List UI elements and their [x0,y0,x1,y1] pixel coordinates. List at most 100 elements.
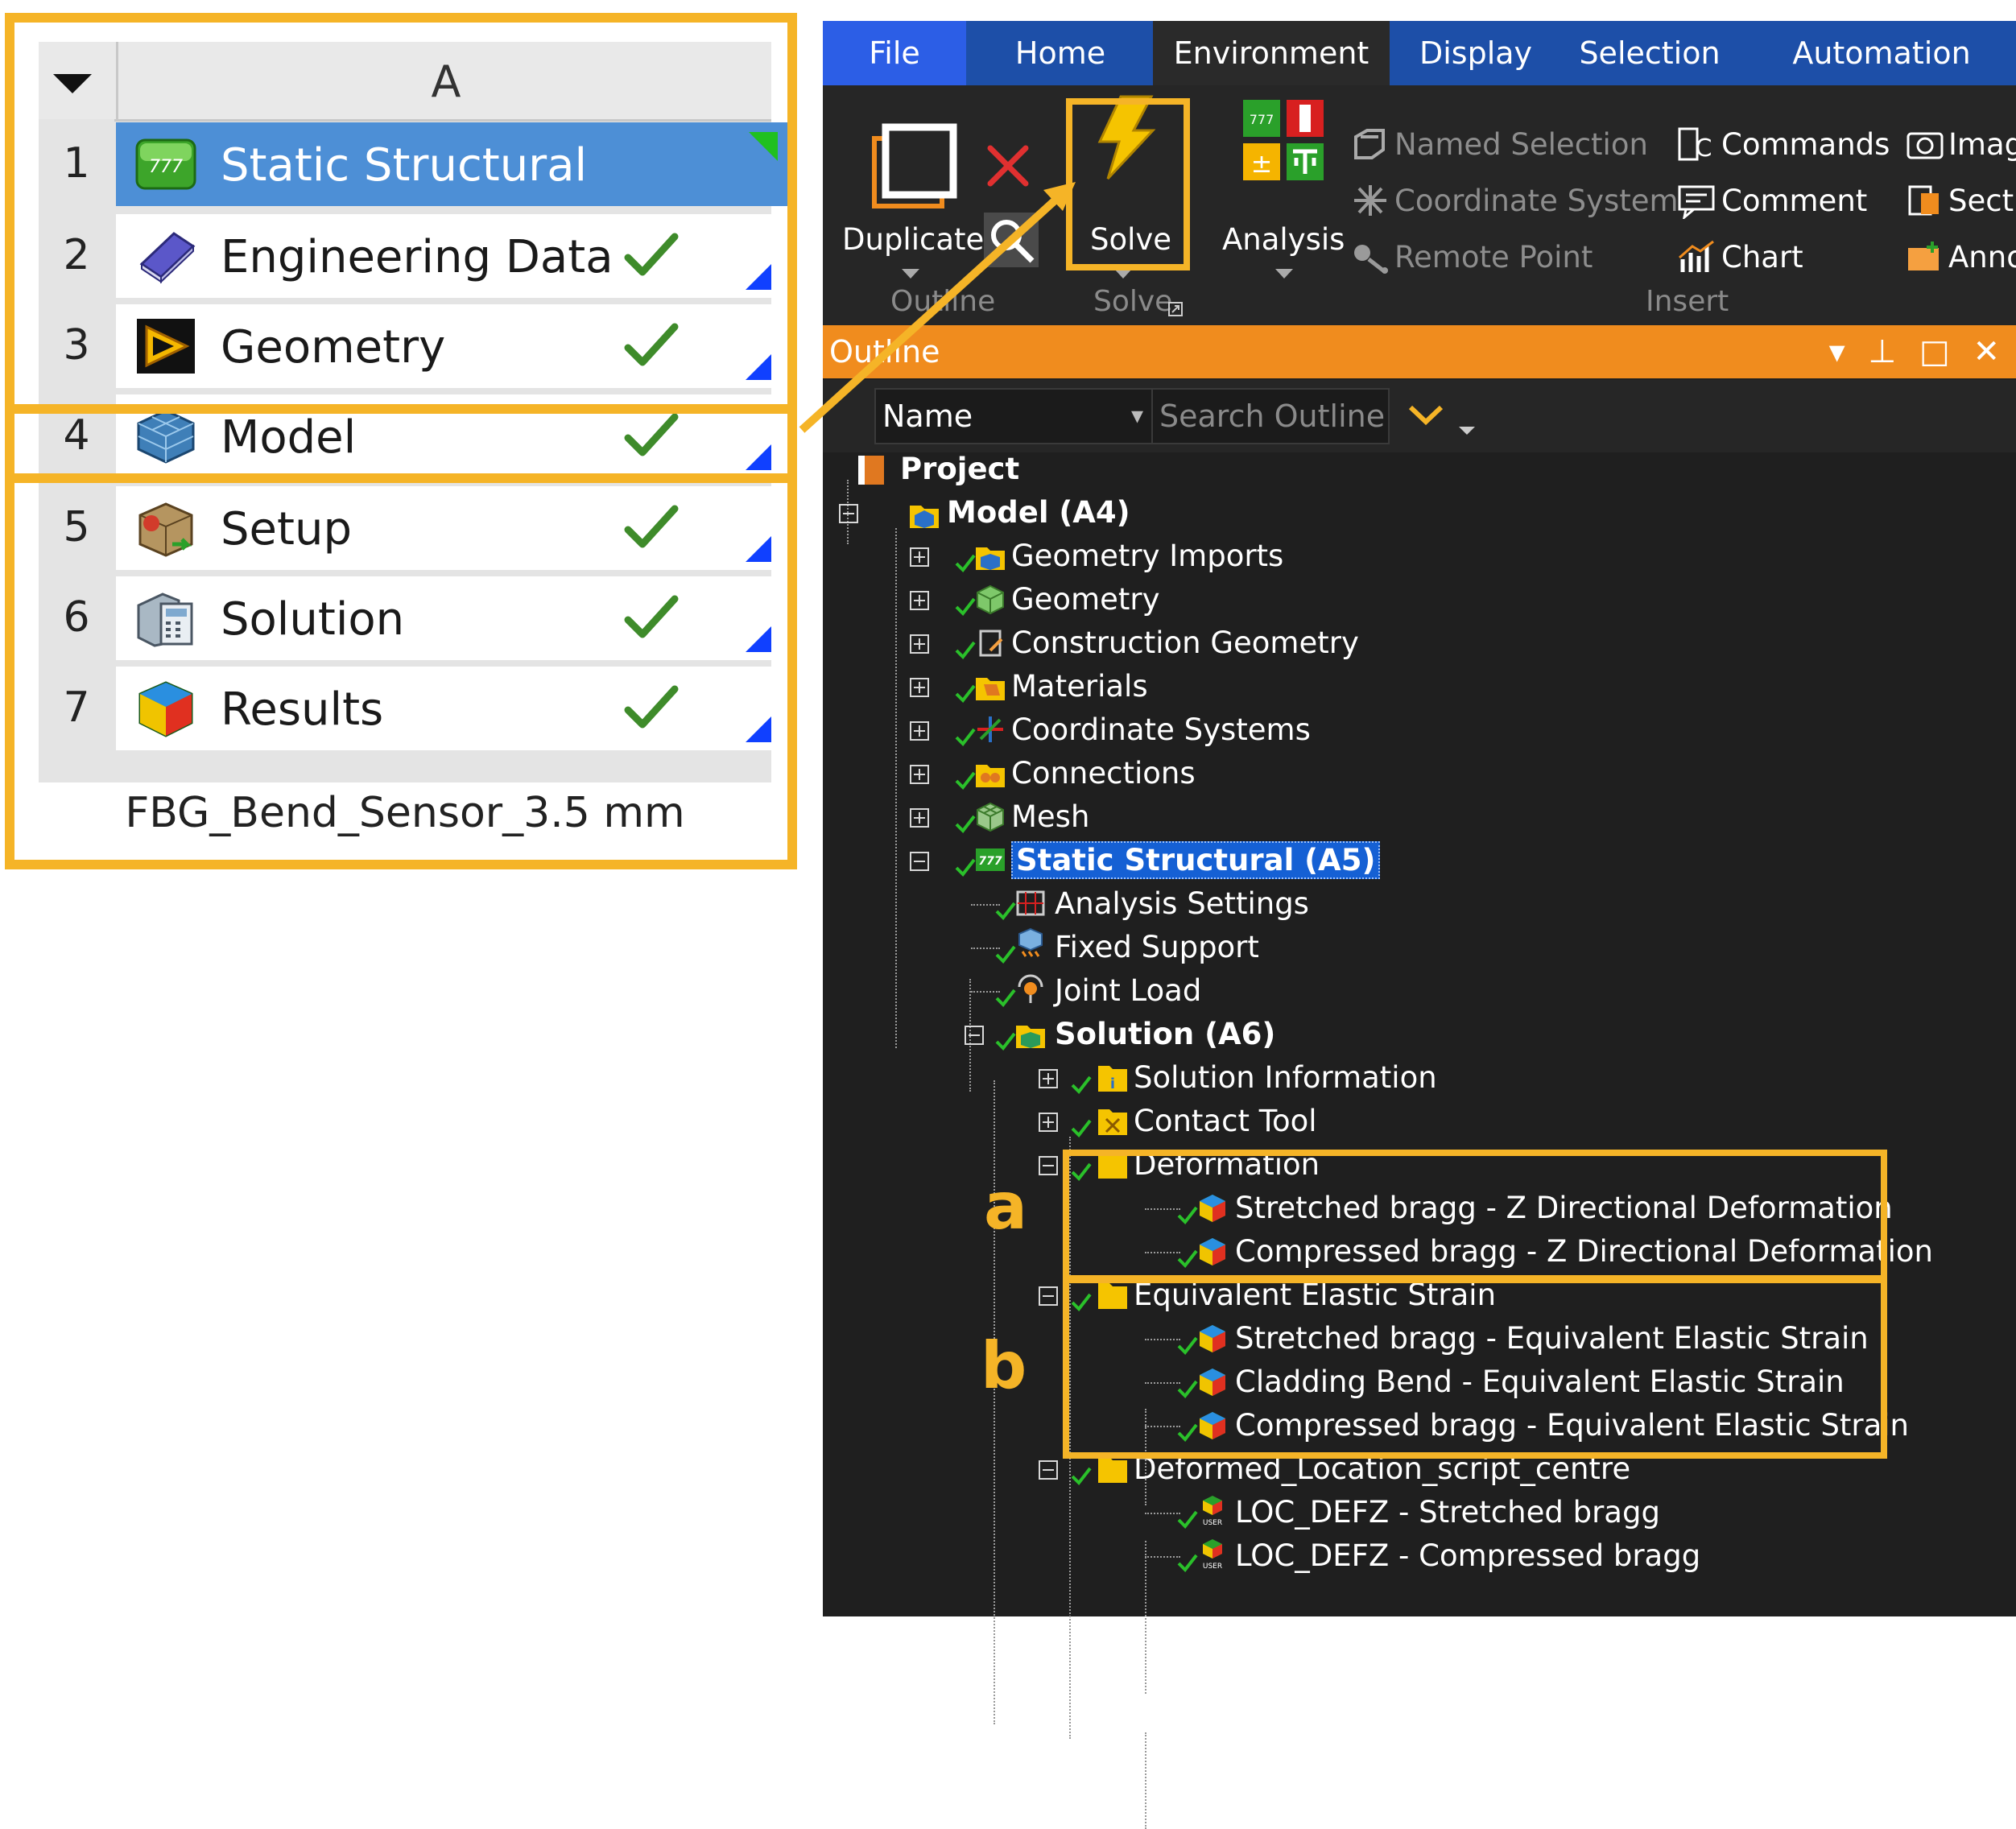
dialog-launcher-icon[interactable] [1167,301,1184,317]
annotation-icon[interactable] [1905,238,1945,275]
tree-label: Static Structural (A5) [1011,841,1381,879]
duplicate-icon[interactable] [870,122,958,211]
tab-display[interactable]: Display [1407,21,1544,85]
mesh-icon [977,802,1004,832]
analysis-icon[interactable]: 777 ± [1241,98,1325,182]
comment-button[interactable]: Comment [1721,184,1867,218]
tree-item-joint-load[interactable]: Joint Load [971,969,1201,1013]
tree-label: Mesh [1011,799,1090,834]
tree-item-materials[interactable]: Materials [910,665,1148,708]
tree-item-fixed-support[interactable]: Fixed Support [971,926,1259,969]
tree-item-solution[interactable]: Solution (A6) [965,1013,1275,1056]
expand-icon[interactable] [1039,1113,1058,1132]
commands-icon[interactable]: C [1676,126,1716,163]
tree-item-loc-compressed[interactable]: USER LOC_DEFZ - Compressed bragg [1145,1534,1700,1578]
tree-item-contact-tool[interactable]: Contact Tool [1039,1100,1317,1143]
coordinate-system-button[interactable]: Coordinate System [1394,184,1679,218]
expand-icon[interactable] [1039,1069,1058,1088]
tab-automation[interactable]: Automation [1757,21,2006,85]
remote-point-button[interactable]: Remote Point [1394,240,1593,275]
chevron-down-icon[interactable] [1459,427,1475,436]
collapse-icon[interactable] [965,1026,984,1045]
checkmark-icon [1177,1510,1198,1530]
fixed-support-icon [1018,927,1043,957]
chevron-down-icon[interactable] [1114,269,1132,280]
tree-item-geometry-imports[interactable]: Geometry Imports [910,535,1283,578]
info-folder-icon: i [1098,1066,1127,1092]
tree-label: Model (A4) [947,495,1130,530]
tree-label: Project [900,452,1020,486]
tab-environment[interactable]: Environment [1153,21,1390,85]
tree-label: Connections [1011,756,1196,791]
svg-text:±: ± [1251,148,1273,179]
tree-item-loc-stretched[interactable]: USER LOC_DEFZ - Stretched bragg [1145,1491,1660,1534]
tree-item-connections[interactable]: Connections [910,752,1196,795]
tree-item-project[interactable]: Project [858,448,1020,491]
model-row-highlight-box [5,404,797,483]
collapse-icon[interactable] [839,504,858,523]
tree-item-analysis-settings[interactable]: Analysis Settings [971,882,1309,926]
svg-text:777: 777 [1250,112,1274,127]
checkmark-icon [995,902,1016,921]
checkmark-icon [955,728,976,747]
expand-icon[interactable] [910,634,929,654]
group-label-solve: Solve [1093,285,1173,318]
section-button[interactable]: Secti [1948,184,2016,218]
menu-bar: File Home Environment Display Selection … [823,21,2016,85]
search-icon[interactable] [984,213,1039,267]
coordinate-system-icon[interactable] [1351,182,1390,219]
expand-icon[interactable] [910,591,929,610]
image-icon[interactable] [1905,126,1945,163]
checkmark-icon [955,815,976,834]
tree-item-coordinate-systems[interactable]: Coordinate Systems [910,708,1311,752]
named-selection-icon[interactable] [1351,126,1390,163]
name-filter-select[interactable]: Name ▾ [874,388,1153,444]
expand-icon[interactable] [910,721,929,741]
checkmark-icon [955,684,976,704]
close-icon[interactable]: ✕ [1973,333,2000,370]
comment-icon[interactable] [1676,182,1716,219]
chevron-down-icon[interactable] [1406,403,1446,427]
expand-icon[interactable] [910,547,929,567]
tree-item-mesh[interactable]: Mesh [910,795,1089,839]
tree-item-model[interactable]: Model (A4) [839,491,1130,535]
tree-label: Materials [1011,669,1148,704]
images-button[interactable]: Imag [1948,127,2016,162]
tree-item-geometry[interactable]: Geometry [910,578,1160,621]
collapse-icon[interactable] [1039,1156,1058,1175]
duplicate-button[interactable]: Duplicate [842,222,984,257]
tree-label: LOC_DEFZ - Stretched bragg [1235,1495,1660,1530]
tab-selection[interactable]: Selection [1564,21,1736,85]
checkmark-icon [1071,1076,1092,1095]
checkmark-icon [955,641,976,660]
expand-icon[interactable] [910,678,929,697]
search-outline-input[interactable]: Search Outline [1151,388,1390,444]
svg-text:C: C [1696,134,1712,163]
tree-item-solution-information[interactable]: i Solution Information [1039,1056,1437,1100]
analysis-button[interactable]: Analysis [1222,222,1345,257]
expand-icon[interactable] [910,808,929,828]
chart-button[interactable]: Chart [1721,240,1803,275]
pin-icon[interactable]: ⊥ [1868,333,1896,370]
collapse-icon[interactable] [1039,1286,1058,1306]
annotation-button[interactable]: Anno [1948,240,2016,275]
expand-icon[interactable] [910,765,929,784]
tree-item-static-structural[interactable]: 777 Static Structural (A5) [910,839,1381,882]
remote-point-icon[interactable] [1351,238,1390,275]
geometry-imports-icon [976,547,1005,570]
tab-file[interactable]: File [823,21,966,85]
chevron-down-icon[interactable] [902,269,919,280]
delete-icon[interactable] [984,142,1032,190]
commands-button[interactable]: Commands [1721,127,1890,162]
maximize-icon[interactable]: □ [1919,333,1950,370]
chart-icon[interactable] [1676,238,1716,275]
checkmark-icon [1071,1119,1092,1138]
named-selection-button[interactable]: Named Selection [1394,127,1648,162]
section-icon[interactable] [1905,182,1945,219]
collapse-icon[interactable] [910,852,929,871]
chevron-down-icon[interactable] [1275,269,1293,280]
tab-home[interactable]: Home [992,21,1129,85]
tree-item-construction-geometry[interactable]: Construction Geometry [910,621,1359,665]
collapse-icon[interactable] [1039,1460,1058,1480]
chevron-down-icon[interactable]: ▾ [1829,333,1845,370]
